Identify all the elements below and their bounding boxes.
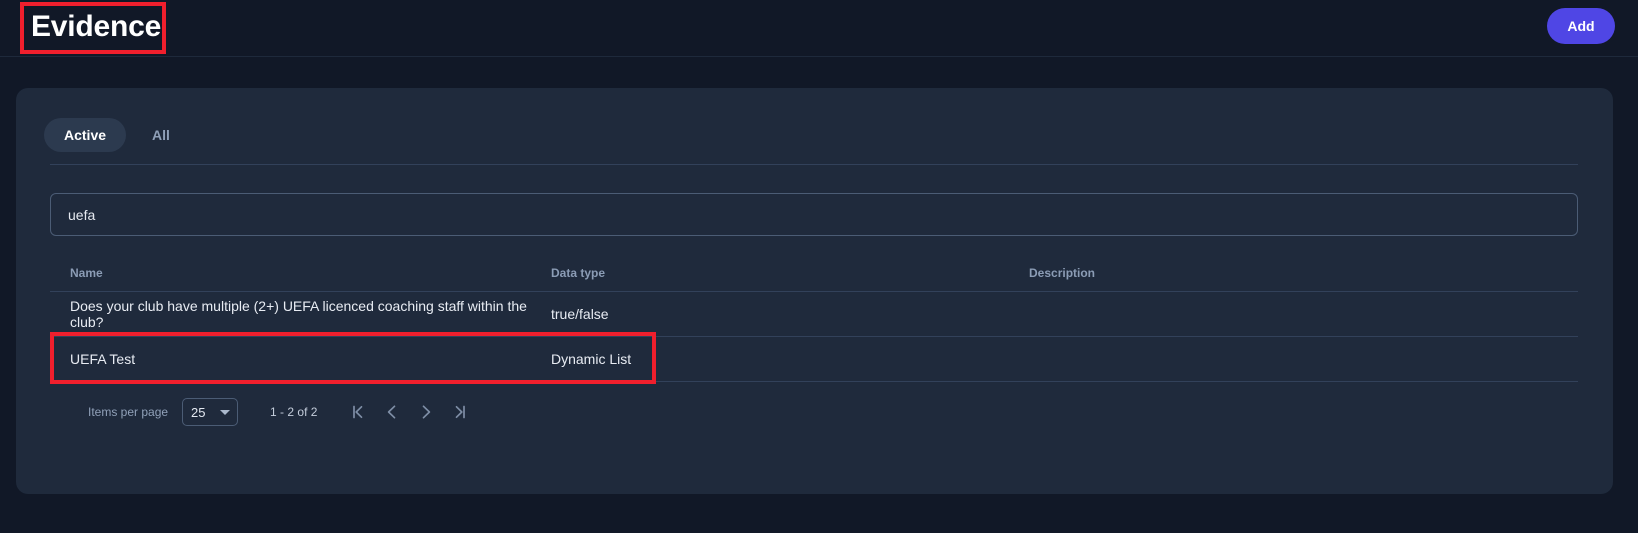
first-page-icon (349, 403, 367, 421)
tab-active[interactable]: Active (44, 118, 126, 152)
chevron-right-icon (417, 403, 435, 421)
previous-page-button[interactable] (375, 395, 409, 429)
column-header-data-type: Data type (551, 266, 1029, 280)
table-header-row: Name Data type Description (50, 254, 1578, 292)
chevron-down-icon (220, 410, 230, 415)
search-input[interactable] (50, 193, 1578, 236)
cell-name: Does your club have multiple (2+) UEFA l… (70, 298, 551, 330)
table-body: Does your club have multiple (2+) UEFA l… (50, 292, 1578, 382)
last-page-button[interactable] (443, 395, 477, 429)
next-page-button[interactable] (409, 395, 443, 429)
tabs-divider (50, 164, 1578, 165)
cell-name: UEFA Test (70, 351, 551, 367)
items-per-page-label: Items per page (88, 405, 168, 419)
page-title: Evidence (31, 9, 161, 45)
evidence-card: Active All Name Data type Description Do… (16, 88, 1613, 494)
evidence-page: Evidence Add Active All Name Data type D… (0, 0, 1638, 533)
column-header-name: Name (70, 266, 551, 280)
add-button[interactable]: Add (1547, 8, 1615, 44)
table-row[interactable]: Does your club have multiple (2+) UEFA l… (50, 292, 1578, 337)
search-field-wrapper (50, 193, 1578, 236)
chevron-left-icon (383, 403, 401, 421)
column-header-description: Description (1029, 266, 1578, 280)
paginator: Items per page 25 1 - 2 of 2 (50, 388, 1578, 436)
items-per-page-value: 25 (191, 405, 205, 420)
items-per-page-select[interactable]: 25 (182, 398, 238, 426)
app-header: Evidence Add (0, 0, 1638, 57)
cell-data-type: true/false (551, 306, 1029, 322)
filter-tabs: Active All (44, 118, 190, 152)
tab-all[interactable]: All (132, 118, 190, 152)
evidence-table: Name Data type Description Does your clu… (50, 254, 1578, 382)
cell-data-type: Dynamic List (551, 351, 1029, 367)
pagination-range-label: 1 - 2 of 2 (270, 405, 317, 419)
table-row[interactable]: UEFA Test Dynamic List (50, 337, 1578, 382)
last-page-icon (451, 403, 469, 421)
first-page-button[interactable] (341, 395, 375, 429)
